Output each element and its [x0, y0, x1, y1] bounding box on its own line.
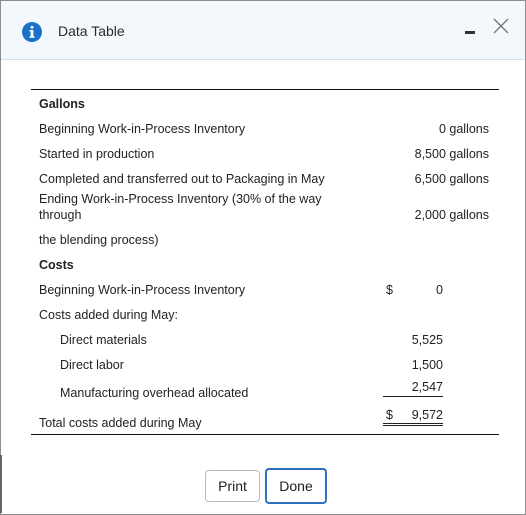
cost-item-label: Manufacturing overhead allocated — [60, 386, 249, 400]
minimize-icon[interactable] — [464, 25, 478, 39]
window-edge — [0, 455, 2, 513]
close-icon[interactable] — [491, 16, 511, 36]
currency-symbol: $ — [386, 283, 393, 297]
total-label: Total costs added during May — [39, 416, 202, 430]
gallons-row-label: Completed and transferred out to Packagi… — [39, 172, 325, 186]
done-button[interactable]: Done — [265, 468, 327, 504]
gallons-row-value: 6,500 gallons — [414, 172, 489, 186]
dialog-title: Data Table — [58, 23, 125, 39]
costs-added-label: Costs added during May: — [39, 308, 178, 322]
subtotal-rule — [383, 396, 443, 397]
gallons-heading: Gallons — [39, 97, 85, 111]
gallons-row-label: Started in production — [39, 147, 155, 161]
gallons-row-value: 8,500 gallons — [414, 147, 489, 161]
cost-item-value: 1,500 — [411, 358, 443, 372]
data-table-dialog: Data Table Gallons Beginning Work-in-Pro… — [0, 0, 526, 515]
cost-item-label: Direct materials — [60, 333, 147, 347]
beg-wip-value: 0 — [436, 283, 443, 297]
table-top-rule — [31, 89, 499, 90]
cost-item-label: Direct labor — [60, 358, 124, 372]
costs-heading: Costs — [39, 258, 74, 272]
data-table: Gallons Beginning Work-in-Process Invent… — [31, 89, 499, 435]
gallons-row-label-continued: through — [39, 208, 82, 222]
blending-line: the blending process) — [39, 233, 159, 247]
info-icon — [22, 22, 42, 42]
gallons-row-value: 0 gallons — [438, 122, 489, 136]
gallons-row-value: 2,000 gallons — [414, 208, 489, 222]
gallons-row-label: Beginning Work-in-Process Inventory — [39, 122, 246, 136]
table-bottom-rule — [31, 434, 499, 435]
total-double-rule — [383, 423, 443, 426]
gallons-row-label: Ending Work-in-Process Inventory (30% of… — [39, 192, 322, 206]
currency-symbol: $ — [386, 408, 393, 422]
cost-item-value: 5,525 — [411, 333, 443, 347]
cost-item-value: 2,547 — [411, 380, 443, 394]
total-value: 9,572 — [411, 408, 443, 422]
dialog-titlebar: Data Table — [1, 1, 525, 60]
print-button[interactable]: Print — [205, 470, 260, 502]
beg-wip-label: Beginning Work-in-Process Inventory — [39, 283, 246, 297]
